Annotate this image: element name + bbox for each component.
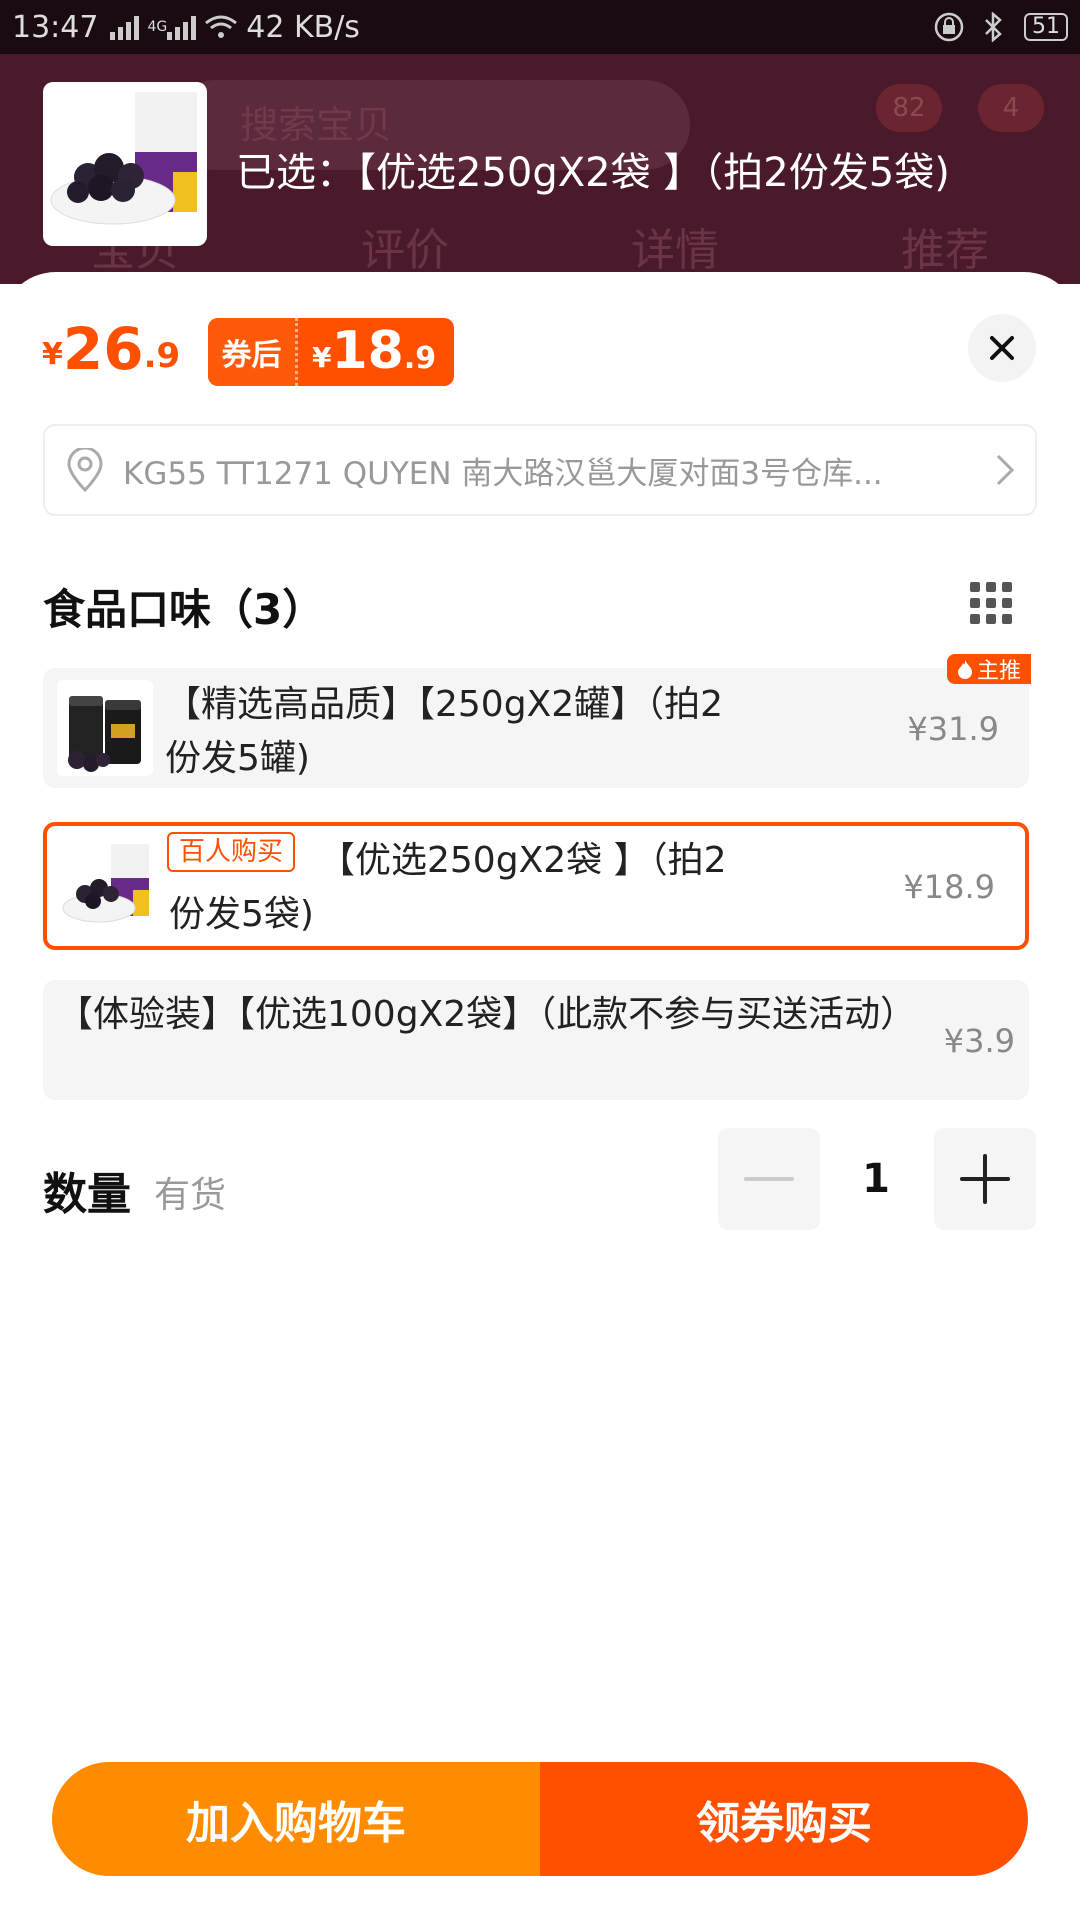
coupon-tag: 券后 — [208, 318, 298, 386]
price-decimal: .9 — [143, 336, 181, 376]
background-tab: 评价 — [361, 225, 449, 276]
coupon-price-decimal: .9 — [403, 341, 437, 376]
sku-option-price: ¥18.9 — [903, 868, 995, 906]
wifi-icon — [205, 15, 238, 38]
network-speed: 42 KB/s — [246, 9, 360, 45]
currency-symbol: ¥ — [42, 337, 63, 372]
sku-option-name: 【优选250gX2袋 】（拍2份发5袋) — [169, 840, 727, 935]
minus-icon — [744, 1177, 794, 1181]
coupon-price-integer: 18 — [331, 321, 404, 381]
flavor-section-title: 食品口味（3） — [43, 585, 325, 634]
quantity-increase-button[interactable] — [934, 1128, 1036, 1230]
featured-badge: 主推 — [946, 654, 1031, 684]
battery-indicator: 51 — [1024, 13, 1068, 41]
quantity-decrease-button[interactable] — [718, 1128, 820, 1230]
chevron-right-icon — [996, 454, 1015, 486]
background-tab: 推荐 — [901, 225, 989, 276]
sku-option-price: ¥3.9 — [943, 1022, 1015, 1060]
featured-badge-label: 主推 — [976, 659, 1021, 684]
coupon-price-badge: 券后 ¥ 18 .9 — [208, 318, 455, 386]
quantity-value[interactable]: 1 — [846, 1156, 906, 1202]
status-time: 13:47 — [12, 9, 99, 45]
plus-icon — [960, 1154, 1010, 1204]
selected-product-image[interactable] — [43, 82, 207, 246]
sku-option-name: 【精选高品质】【250gX2罐】（拍2份发5罐) — [165, 684, 724, 779]
status-bar: 13:47 4G 42 KB/s 51 — [0, 0, 1080, 54]
stock-status: 有货 — [154, 1175, 227, 1216]
close-button[interactable] — [968, 314, 1036, 382]
quantity-label: 数量 — [43, 1169, 131, 1220]
sku-option-1[interactable]: 【精选高品质】【250gX2罐】（拍2份发5罐) ¥31.9 主推 — [43, 654, 1031, 788]
coupon-buy-button[interactable]: 领券购买 — [540, 1762, 1028, 1876]
flame-icon — [957, 660, 972, 679]
price-integer: 26 — [62, 315, 144, 383]
sku-option-name: 【体验装】【优选100gX2袋】（此款不参与买送活动） — [57, 994, 917, 1035]
lock-rotation-icon — [934, 12, 964, 42]
sku-option-3[interactable]: 【体验装】【优选100gX2袋】（此款不参与买送活动） ¥3.9 — [43, 980, 1029, 1100]
sku-option-image — [57, 680, 153, 776]
bluetooth-icon — [985, 12, 1002, 42]
original-price: ¥ 26 .9 — [42, 318, 180, 380]
location-pin-icon — [67, 448, 103, 492]
background-tab: 详情 — [631, 225, 719, 276]
currency-symbol: ¥ — [312, 341, 332, 374]
background-cart-badge: 82 — [876, 84, 942, 132]
signal-icon — [110, 14, 140, 40]
selected-sku-label: 已选：【优选250gX2袋 】（拍2份发5袋) — [236, 150, 950, 196]
add-to-cart-button[interactable]: 加入购物车 — [52, 1762, 540, 1876]
signal-icon-2 — [167, 14, 197, 40]
sku-option-price: ¥31.9 — [907, 710, 999, 748]
background-more-badge: 4 — [978, 84, 1044, 132]
address-text: KG55 TT1271 QUYEN 南大路汉邕大厦对面3号仓库... — [123, 455, 883, 492]
sku-option-image — [59, 838, 155, 934]
sku-option-2-selected[interactable]: 百人购买 【优选250gX2袋 】（拍2份发5袋) ¥18.9 — [43, 822, 1029, 950]
close-icon — [990, 336, 1014, 360]
network-type: 4G — [147, 19, 168, 35]
grid-view-icon[interactable] — [970, 582, 1012, 624]
bottom-action-bar: 加入购物车 领券购买 — [52, 1762, 1028, 1876]
address-selector[interactable]: KG55 TT1271 QUYEN 南大路汉邕大厦对面3号仓库... — [43, 424, 1037, 516]
